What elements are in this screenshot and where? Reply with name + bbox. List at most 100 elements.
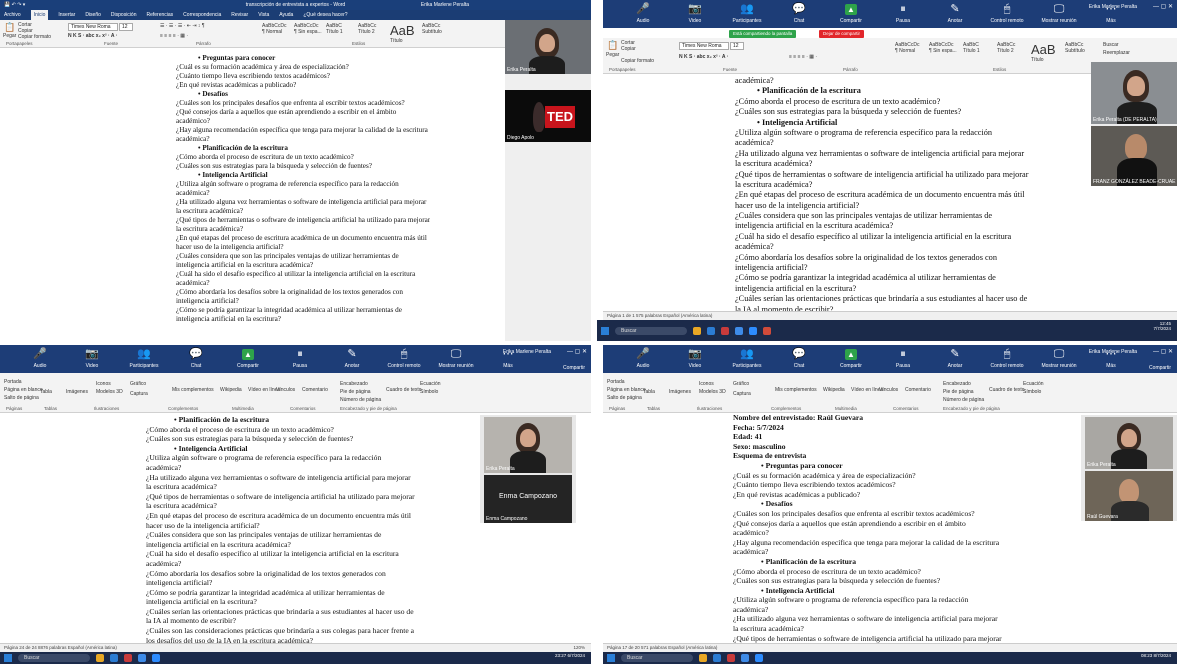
- video-tile-bottom[interactable]: FRANZ GONZÁLEZ BEADE-CRUAE: [1091, 126, 1177, 186]
- find-button[interactable]: Buscar: [1103, 42, 1119, 48]
- meeting-button[interactable]: 👥 Participantes: [721, 2, 773, 26]
- insert-item[interactable]: Comentario: [905, 387, 931, 393]
- video-tile-bottom[interactable]: TED Diego Apolo: [505, 90, 591, 142]
- meeting-button[interactable]: 👥 Participantes: [118, 347, 170, 371]
- meeting-button[interactable]: 🖵 Mostrar reunión: [1033, 347, 1085, 371]
- windows-start-icon[interactable]: [601, 326, 609, 335]
- insert-item[interactable]: Portada: [4, 379, 22, 385]
- video-tile-top[interactable]: Erika Peralta: [1085, 417, 1173, 469]
- style-option[interactable]: AaB Título: [1031, 42, 1056, 63]
- video-tile-top[interactable]: Erika Peralta: [505, 20, 591, 74]
- insert-item[interactable]: Mis complementos: [775, 387, 817, 393]
- font-size-select[interactable]: 12: [119, 23, 133, 31]
- windows-start-icon[interactable]: [607, 654, 615, 662]
- meeting-button[interactable]: 🖱 Control remoto: [981, 347, 1033, 371]
- chrome-icon[interactable]: [721, 326, 729, 335]
- insert-item[interactable]: Símbolo: [420, 389, 438, 395]
- font-size-select[interactable]: 12: [730, 42, 744, 50]
- meeting-button[interactable]: 💬 Chat: [170, 347, 222, 371]
- format-painter-button[interactable]: Copiar formato: [18, 34, 51, 40]
- insert-item[interactable]: Salto de página: [4, 395, 39, 401]
- replace-button[interactable]: Reemplazar: [1103, 50, 1130, 56]
- insert-item[interactable]: Vínculos: [276, 387, 295, 393]
- font-format-icons[interactable]: N K S · abc x₂ x² · A ·: [68, 33, 117, 39]
- edge-icon[interactable]: [735, 326, 743, 335]
- video-tile-top[interactable]: Erika Peralta: [484, 417, 572, 473]
- ribbon-tab[interactable]: Inicio: [30, 10, 49, 20]
- meeting-button[interactable]: 📷 Video: [66, 347, 118, 371]
- paste-icon[interactable]: 📋: [607, 40, 618, 51]
- meeting-button[interactable]: ⋯ Más: [1085, 347, 1137, 371]
- chrome-icon[interactable]: [727, 654, 735, 662]
- insert-item[interactable]: Portada: [607, 379, 625, 385]
- insert-item[interactable]: Wikipedia: [220, 387, 242, 393]
- explorer-icon[interactable]: [693, 326, 701, 335]
- insert-item[interactable]: Símbolo: [1023, 389, 1041, 395]
- format-painter-button[interactable]: Copiar formato: [621, 58, 654, 64]
- insert-item[interactable]: Salto de página: [607, 395, 642, 401]
- paste-button[interactable]: Pegar: [3, 33, 16, 39]
- meeting-button[interactable]: 👥 Participantes: [721, 347, 773, 371]
- insert-item[interactable]: Página en blanco: [607, 387, 646, 393]
- ribbon-tab[interactable]: Ayuda: [279, 10, 293, 20]
- meeting-button[interactable]: ⏸ Pausa: [877, 2, 929, 26]
- insert-item[interactable]: Encabezado: [340, 381, 368, 387]
- window-controls[interactable]: — ▢ ✕: [1153, 348, 1173, 355]
- paragraph-icons[interactable]: ☰ · ☰ · ☰ · ⇤ ⇥ ↕ ¶: [160, 23, 205, 29]
- meeting-button[interactable]: 🖱 Control remoto: [378, 347, 430, 371]
- insert-item[interactable]: Cuadro de texto: [989, 387, 1025, 393]
- document-body[interactable]: académica?Planificación de la escritura¿…: [735, 76, 1029, 315]
- insert-item[interactable]: Ecuación: [1023, 381, 1044, 387]
- ribbon-tab[interactable]: Revisar: [231, 10, 248, 20]
- insert-item[interactable]: Gráfico: [733, 381, 749, 387]
- ribbon-tab[interactable]: Archivo: [4, 10, 21, 20]
- style-option[interactable]: AaB Título: [390, 23, 415, 44]
- meeting-button[interactable]: ✎ Anotar: [929, 347, 981, 371]
- ribbon-tab[interactable]: Referencias: [146, 10, 173, 20]
- meeting-button[interactable]: 🎤 Audio: [14, 347, 66, 371]
- windows-start-icon[interactable]: [4, 654, 12, 662]
- word-icon[interactable]: [707, 326, 715, 335]
- align-icons[interactable]: ≡ ≡ ≡ ≡ · ▦ ·: [160, 33, 188, 39]
- word-icon[interactable]: [713, 654, 721, 662]
- insert-item[interactable]: Tabla: [643, 389, 655, 395]
- style-option[interactable]: AaBbCc Subtítulo: [1065, 42, 1085, 54]
- document-body[interactable]: Planificación de la escritura¿Cómo abord…: [146, 415, 415, 645]
- insert-item[interactable]: Captura: [733, 391, 751, 397]
- ribbon-tab[interactable]: Disposición: [111, 10, 137, 20]
- meeting-button[interactable]: ✎ Anotar: [326, 347, 378, 371]
- zoom-icon[interactable]: [749, 326, 757, 335]
- document-body[interactable]: Preguntas para conocer¿Cuál es su formac…: [176, 54, 430, 324]
- align-icons[interactable]: ≡ ≡ ≡ ≡ · ▦ ·: [789, 54, 817, 60]
- taskbar-search[interactable]: Buscar: [615, 326, 687, 335]
- insert-item[interactable]: Imágenes: [66, 389, 88, 395]
- insert-item[interactable]: Comentario: [302, 387, 328, 393]
- explorer-icon[interactable]: [96, 654, 104, 662]
- meeting-button[interactable]: 📷 Video: [669, 347, 721, 371]
- meeting-button[interactable]: ▲ Compartir: [222, 347, 274, 371]
- zoom-icon[interactable]: [152, 654, 160, 662]
- stop-sharing-button[interactable]: Dejar de compartir: [819, 30, 865, 38]
- ribbon-tab[interactable]: Insertar: [58, 10, 75, 20]
- ribbon-tab[interactable]: Diseño: [85, 10, 101, 20]
- insert-item[interactable]: Encabezado: [943, 381, 971, 387]
- insert-item[interactable]: Iconos: [699, 381, 714, 387]
- zoom-level[interactable]: 120%: [573, 644, 585, 652]
- insert-item[interactable]: Mis complementos: [172, 387, 214, 393]
- style-option[interactable]: AaBbCcDc ¶ Sin espa...: [929, 42, 957, 54]
- meeting-button[interactable]: 💬 Chat: [773, 347, 825, 371]
- insert-item[interactable]: Wikipedia: [823, 387, 845, 393]
- insert-item[interactable]: Tabla: [40, 389, 52, 395]
- insert-item[interactable]: Ecuación: [420, 381, 441, 387]
- meeting-button[interactable]: 🖵 Mostrar reunión: [430, 347, 482, 371]
- font-format-icons[interactable]: N K S · abc x₂ x² · A ·: [679, 54, 728, 60]
- share-button[interactable]: Compartir: [1149, 365, 1171, 371]
- ribbon-tab[interactable]: Vista: [258, 10, 269, 20]
- insert-item[interactable]: Cuadro de texto: [386, 387, 422, 393]
- meeting-button[interactable]: ⏸ Pausa: [274, 347, 326, 371]
- style-option[interactable]: AaBbCc Título 2: [358, 23, 376, 35]
- insert-item[interactable]: Modelos 3D: [96, 389, 123, 395]
- meeting-button[interactable]: ▲ Compartir: [825, 347, 877, 371]
- style-option[interactable]: AaBbCcDc ¶ Normal: [262, 23, 286, 35]
- taskbar-search[interactable]: Buscar: [18, 654, 90, 662]
